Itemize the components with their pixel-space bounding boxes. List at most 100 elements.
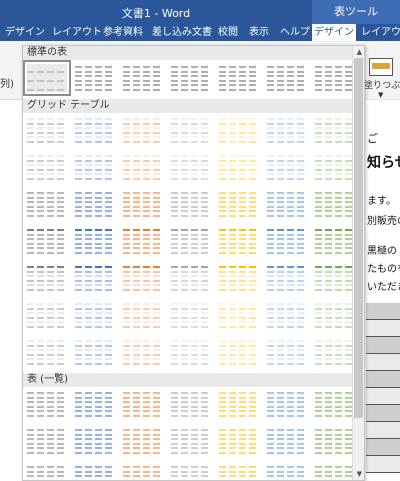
- table-style-plain-5[interactable]: [219, 64, 259, 92]
- table-style-list-r1-c3[interactable]: [123, 390, 163, 418]
- table-style-grid-r7-c5[interactable]: [219, 338, 259, 366]
- section-grid-tables: グリッド テーブル: [23, 99, 357, 113]
- table-style-list-r1-c2[interactable]: [75, 390, 115, 418]
- table-style-plain-3[interactable]: [123, 64, 163, 92]
- table-style-list-r1-c1[interactable]: [27, 390, 67, 418]
- table-style-list-r2-c4[interactable]: [171, 427, 211, 455]
- tab-help[interactable]: ヘルプ: [280, 24, 310, 41]
- table-style-grid-r3-c3[interactable]: [123, 190, 163, 218]
- table-style-grid-r7-c3[interactable]: [123, 338, 163, 366]
- table-style-grid-r2-c4[interactable]: [171, 153, 211, 181]
- table-style-list-r3-c3[interactable]: [123, 464, 163, 480]
- table-style-list-r3-c2[interactable]: [75, 464, 115, 480]
- table-style-plain-1[interactable]: [23, 60, 71, 96]
- table-style-grid-r3-c1[interactable]: [27, 190, 67, 218]
- section-plain-tables: 標準の表: [23, 46, 357, 60]
- table-style-grid-r2-c6[interactable]: [267, 153, 307, 181]
- table-style-list-r1-c5[interactable]: [219, 390, 259, 418]
- tab-review[interactable]: 校閲: [218, 24, 238, 41]
- document-page[interactable]: ご 知らせ ます。 別販売の 黒極の たものを いただき: [364, 100, 400, 479]
- table-style-grid-r1-c7[interactable]: [315, 116, 355, 144]
- table-style-grid-r6-c2[interactable]: [75, 301, 115, 329]
- doc-table[interactable]: [366, 303, 400, 473]
- table-style-grid-r1-c2[interactable]: [75, 116, 115, 144]
- table-style-grid-r4-c7[interactable]: [315, 227, 355, 255]
- table-style-grid-r6-c4[interactable]: [171, 301, 211, 329]
- scroll-thumb[interactable]: [354, 58, 363, 418]
- table-style-list-r2-c2[interactable]: [75, 427, 115, 455]
- table-style-list-r1-c4[interactable]: [171, 390, 211, 418]
- table-style-grid-r7-c4[interactable]: [171, 338, 211, 366]
- table-style-list-r3-c4[interactable]: [171, 464, 211, 480]
- table-style-list-r2-c6[interactable]: [267, 427, 307, 455]
- table-style-grid-r2-c7[interactable]: [315, 153, 355, 181]
- table-style-grid-r6-c3[interactable]: [123, 301, 163, 329]
- table-style-grid-r4-c5[interactable]: [219, 227, 259, 255]
- table-style-grid-r3-c4[interactable]: [171, 190, 211, 218]
- table-style-list-r2-c1[interactable]: [27, 427, 67, 455]
- table-style-grid-r1-c6[interactable]: [267, 116, 307, 144]
- tab-mailings[interactable]: 差し込み文書: [152, 24, 212, 41]
- table-style-grid-r5-c4[interactable]: [171, 264, 211, 292]
- table-style-grid-r7-c7[interactable]: [315, 338, 355, 366]
- table-style-plain-6[interactable]: [267, 64, 307, 92]
- table-style-grid-r5-c1[interactable]: [27, 264, 67, 292]
- table-style-plain-2[interactable]: [75, 64, 115, 92]
- shading-icon[interactable]: [369, 58, 393, 76]
- table-style-grid-r7-c1[interactable]: [27, 338, 67, 366]
- table-style-grid-r4-c1[interactable]: [27, 227, 67, 255]
- table-style-list-r2-c7[interactable]: [315, 427, 355, 455]
- table-style-list-r1-c7[interactable]: [315, 390, 355, 418]
- tab-table-design[interactable]: デザイン: [312, 24, 356, 41]
- tab-design-doc[interactable]: デザイン: [5, 24, 45, 41]
- gallery-scrollbar[interactable]: ▲ ▼: [352, 46, 364, 480]
- table-style-list-r2-c3[interactable]: [123, 427, 163, 455]
- table-style-grid-r7-c6[interactable]: [267, 338, 307, 366]
- doc-text: 別販売の: [367, 216, 400, 227]
- table-style-list-r3-c7[interactable]: [315, 464, 355, 480]
- table-style-grid-r2-c2[interactable]: [75, 153, 115, 181]
- table-style-grid-r2-c5[interactable]: [219, 153, 259, 181]
- table-style-grid-r5-c3[interactable]: [123, 264, 163, 292]
- table-style-grid-r6-c1[interactable]: [27, 301, 67, 329]
- table-style-plain-7[interactable]: [315, 64, 355, 92]
- table-style-list-r3-c1[interactable]: [27, 464, 67, 480]
- table-style-grid-r1-c1[interactable]: [27, 116, 67, 144]
- table-style-grid-r4-c2[interactable]: [75, 227, 115, 255]
- table-style-grid-r6-c5[interactable]: [219, 301, 259, 329]
- table-style-list-r3-c5[interactable]: [219, 464, 259, 480]
- table-style-grid-r1-c4[interactable]: [171, 116, 211, 144]
- table-style-grid-r4-c3[interactable]: [123, 227, 163, 255]
- table-style-grid-r5-c7[interactable]: [315, 264, 355, 292]
- table-style-grid-r3-c2[interactable]: [75, 190, 115, 218]
- table-style-grid-r5-c6[interactable]: [267, 264, 307, 292]
- tab-layout-doc[interactable]: レイアウト: [52, 24, 102, 41]
- table-style-list-r2-c5[interactable]: [219, 427, 259, 455]
- table-style-grid-r5-c5[interactable]: [219, 264, 259, 292]
- table-style-grid-r4-c4[interactable]: [171, 227, 211, 255]
- scroll-down-icon[interactable]: ▼: [357, 470, 362, 478]
- table-style-list-r1-c6[interactable]: [267, 390, 307, 418]
- table-style-grid-r2-c3[interactable]: [123, 153, 163, 181]
- scroll-up-icon[interactable]: ▲: [357, 48, 362, 56]
- table-style-plain-4[interactable]: [171, 64, 211, 92]
- table-style-grid-r6-c6[interactable]: [267, 301, 307, 329]
- tab-view[interactable]: 表示: [249, 24, 269, 41]
- table-style-grid-r1-c3[interactable]: [123, 116, 163, 144]
- table-style-grid-r4-c6[interactable]: [267, 227, 307, 255]
- table-style-grid-r7-c2[interactable]: [75, 338, 115, 366]
- table-style-grid-r3-c6[interactable]: [267, 190, 307, 218]
- table-style-grid-r3-c7[interactable]: [315, 190, 355, 218]
- table-style-gallery[interactable]: 標準の表 グリッド テーブル 表 (一覧) ▲ ▼: [22, 45, 365, 481]
- table-style-grid-r1-c5[interactable]: [219, 116, 259, 144]
- doc-text: ます。: [367, 196, 396, 207]
- table-style-grid-r6-c7[interactable]: [315, 301, 355, 329]
- table-style-grid-r2-c1[interactable]: [27, 153, 67, 181]
- tab-references[interactable]: 参考資料: [103, 24, 143, 41]
- table-style-grid-r3-c5[interactable]: [219, 190, 259, 218]
- table-style-grid-r5-c2[interactable]: [75, 264, 115, 292]
- tab-table-layout[interactable]: レイアウト: [361, 24, 400, 41]
- table-style-list-r3-c6[interactable]: [267, 464, 307, 480]
- chevron-down-icon[interactable]: ▼: [378, 91, 383, 99]
- shading-button-label[interactable]: 塗りつぶし: [364, 78, 400, 91]
